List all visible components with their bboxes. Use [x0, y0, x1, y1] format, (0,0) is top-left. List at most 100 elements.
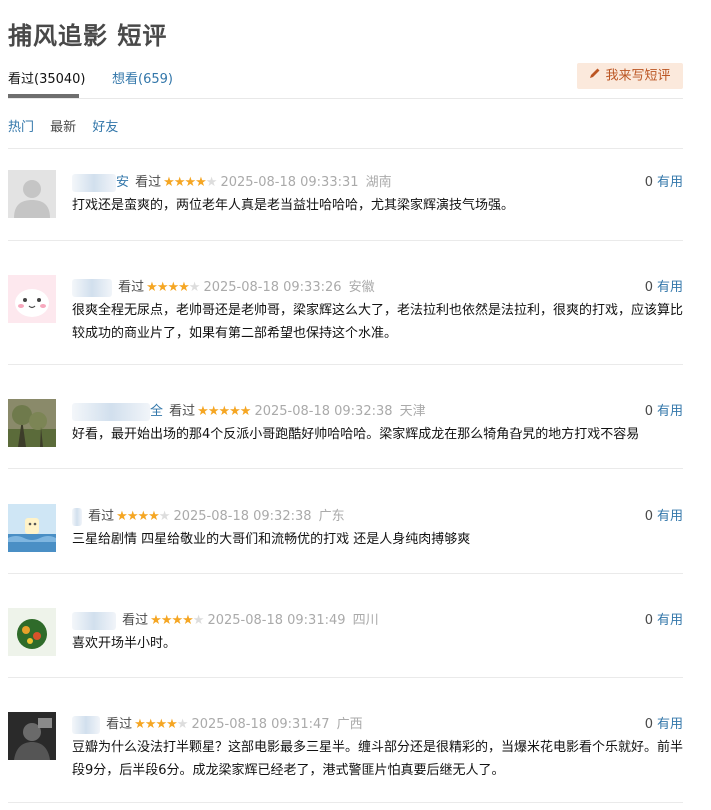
- page-title: 捕风追影 短评: [8, 22, 168, 50]
- comment-text: 三星给剧情 四星给敬业的大哥们和流畅优的打戏 还是人身纯肉搏够爽: [72, 532, 471, 547]
- watch-status: 看过: [118, 280, 145, 295]
- avatar[interactable]: [8, 170, 56, 218]
- star-empty-icon: ★: [205, 175, 218, 190]
- comment-meta: 全 看过 ★★★★★ 2025-08-18 09:32:38 天津: [72, 400, 426, 421]
- vote-count: 0: [644, 404, 653, 419]
- star-filled-icon: ★: [184, 175, 196, 190]
- star-empty-icon: ★: [158, 509, 171, 524]
- star-filled-icon: ★: [134, 717, 146, 732]
- comment-meta: 看过 ★★★★★ 2025-08-18 09:31:49 四川: [72, 609, 379, 630]
- user-name-blurred[interactable]: [72, 507, 82, 526]
- star-filled-icon: ★: [116, 509, 128, 524]
- vote-count: 0: [644, 717, 653, 732]
- watch-status: 看过: [122, 613, 149, 628]
- user-name-blurred[interactable]: [72, 173, 116, 192]
- useful-vote: 0 有用: [645, 171, 683, 190]
- pencil-icon: [589, 63, 601, 89]
- comment-location: 湖南: [365, 175, 392, 190]
- comment-text: 很爽全程无尿点，老帅哥还是老帅哥，梁家辉这么大了，老法拉利也依然是法拉利，很爽的…: [72, 303, 684, 341]
- star-filled-icon: ★: [167, 280, 179, 295]
- user-name-blurred[interactable]: [72, 715, 100, 734]
- comment-time: 2025-08-18 09:31:49: [207, 613, 346, 628]
- user-name-blurred[interactable]: [72, 402, 150, 421]
- star-filled-icon: ★: [146, 280, 158, 295]
- useful-button[interactable]: 有用: [657, 404, 683, 419]
- user-name[interactable]: 全: [150, 404, 163, 419]
- divider: [8, 802, 683, 803]
- comment-meta: 看过 ★★★★★ 2025-08-18 09:33:26 安徽: [72, 276, 375, 297]
- star-filled-icon: ★: [148, 509, 160, 524]
- watch-status: 看过: [135, 175, 162, 190]
- comment-location: 四川: [352, 613, 379, 628]
- vote-count: 0: [644, 613, 653, 628]
- useful-vote: 0 有用: [645, 276, 683, 295]
- useful-button[interactable]: 有用: [657, 280, 683, 295]
- star-filled-icon: ★: [166, 717, 178, 732]
- comment-tabs: 看过(35040) 想看(659) 我来写短评: [8, 62, 683, 99]
- user-name-blurred[interactable]: [72, 278, 112, 297]
- avatar[interactable]: [8, 504, 56, 552]
- comment-time: 2025-08-18 09:33:31: [220, 175, 359, 190]
- star-filled-icon: ★: [150, 613, 162, 628]
- comment-location: 广西: [336, 717, 363, 732]
- sort-friends[interactable]: 好友: [92, 120, 118, 135]
- comment-meta: 安 看过 ★★★★★ 2025-08-18 09:33:31 湖南: [72, 171, 392, 192]
- user-name[interactable]: 安: [116, 175, 129, 190]
- comment-location: 安徽: [348, 280, 375, 295]
- comment-text: 好看，最开始出场的那4个反派小哥跑酷好帅哈哈哈。梁家辉成龙在那么犄角旮旯的地方打…: [72, 427, 640, 442]
- vote-count: 0: [644, 509, 653, 524]
- useful-vote: 0 有用: [645, 400, 683, 419]
- star-filled-icon: ★: [171, 613, 183, 628]
- tab-want[interactable]: 想看(659): [112, 68, 173, 87]
- comment-text: 打戏还是蛮爽的，两位老年人真是老当益壮哈哈哈，尤其梁家辉演技气场强。: [72, 198, 515, 213]
- star-filled-icon: ★: [173, 175, 186, 190]
- sort-options: 热门 最新 好友: [8, 116, 130, 135]
- sort-hot[interactable]: 热门: [8, 120, 34, 135]
- comment-meta: 看过 ★★★★★ 2025-08-18 09:31:47 广西: [72, 713, 363, 734]
- useful-button[interactable]: 有用: [657, 717, 683, 732]
- divider: [8, 364, 683, 365]
- star-empty-icon: ★: [188, 280, 201, 295]
- vote-count: 0: [644, 175, 653, 190]
- divider: [8, 148, 683, 149]
- comment-time: 2025-08-18 09:32:38: [254, 404, 393, 419]
- useful-vote: 0 有用: [645, 609, 683, 628]
- rating-stars: ★★★★★: [116, 509, 171, 524]
- star-filled-icon: ★: [218, 404, 230, 419]
- tab-watched[interactable]: 看过(35040): [8, 68, 86, 87]
- watch-status: 看过: [169, 404, 196, 419]
- star-filled-icon: ★: [155, 717, 167, 732]
- star-filled-icon: ★: [160, 613, 173, 628]
- useful-button[interactable]: 有用: [657, 175, 683, 190]
- star-filled-icon: ★: [126, 509, 139, 524]
- avatar[interactable]: [8, 275, 56, 323]
- star-empty-icon: ★: [192, 613, 205, 628]
- star-filled-icon: ★: [144, 717, 157, 732]
- comment-time: 2025-08-18 09:33:26: [203, 280, 342, 295]
- user-name-blurred[interactable]: [72, 611, 116, 630]
- avatar[interactable]: [8, 399, 56, 447]
- comment-location: 广东: [318, 509, 345, 524]
- useful-button[interactable]: 有用: [657, 613, 683, 628]
- rating-stars: ★★★★★: [134, 717, 189, 732]
- star-empty-icon: ★: [176, 717, 189, 732]
- write-comment-label: 我来写短评: [605, 68, 671, 84]
- useful-vote: 0 有用: [645, 713, 683, 732]
- avatar[interactable]: [8, 608, 56, 656]
- star-filled-icon: ★: [207, 404, 220, 419]
- star-filled-icon: ★: [197, 404, 209, 419]
- star-filled-icon: ★: [178, 280, 190, 295]
- comment-meta: 看过 ★★★★★ 2025-08-18 09:32:38 广东: [72, 505, 345, 526]
- sort-latest[interactable]: 最新: [50, 120, 76, 135]
- divider: [8, 240, 683, 241]
- watch-status: 看过: [88, 509, 115, 524]
- active-tab-indicator: [8, 94, 79, 98]
- star-filled-icon: ★: [163, 175, 175, 190]
- comment-text: 喜欢开场半小时。: [72, 636, 177, 651]
- avatar[interactable]: [8, 712, 56, 760]
- write-comment-button[interactable]: 我来写短评: [577, 63, 683, 89]
- comment-time: 2025-08-18 09:32:38: [173, 509, 312, 524]
- useful-vote: 0 有用: [645, 505, 683, 524]
- useful-button[interactable]: 有用: [657, 509, 683, 524]
- rating-stars: ★★★★★: [197, 404, 251, 419]
